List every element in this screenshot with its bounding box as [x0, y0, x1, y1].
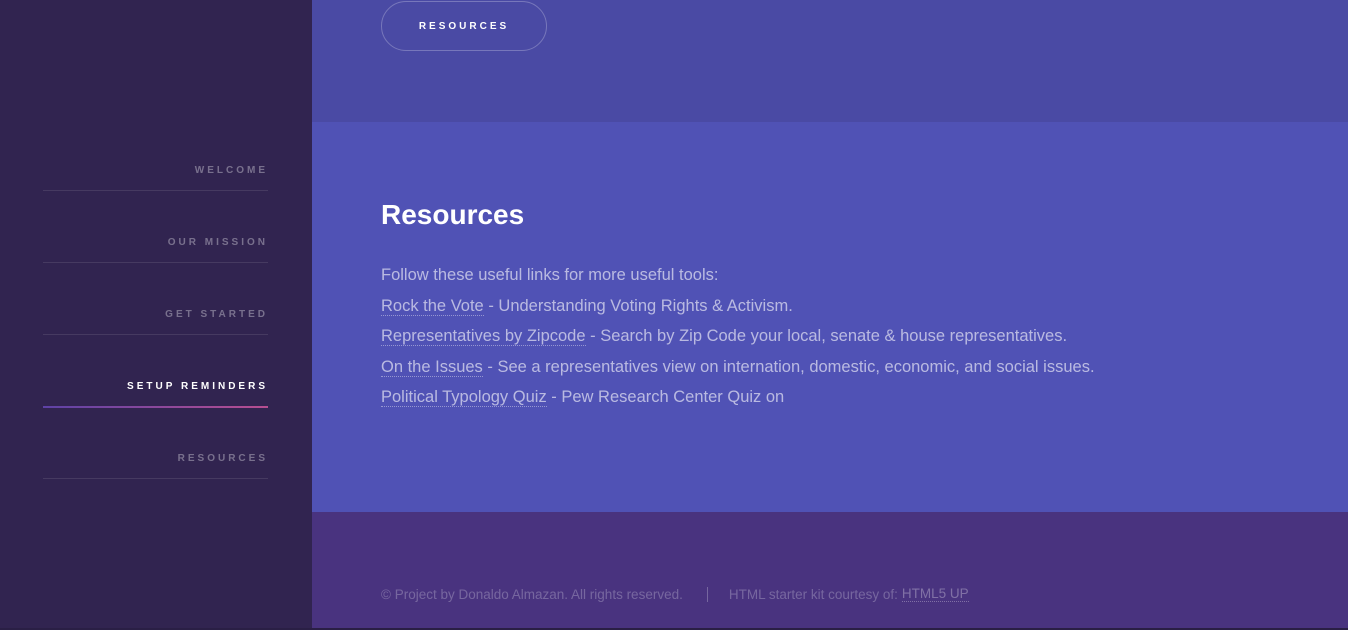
- sidebar-item-underline: [43, 334, 268, 335]
- page: Welcome Our Mission Get Started Setup Re…: [0, 0, 1348, 630]
- rock-the-vote-link[interactable]: Rock the Vote: [381, 296, 484, 316]
- sidebar-nav: Welcome Our Mission Get Started Setup Re…: [43, 140, 268, 501]
- footer-copyright: © Project by Donaldo Almazan. All rights…: [381, 586, 683, 602]
- sidebar: Welcome Our Mission Get Started Setup Re…: [0, 0, 312, 630]
- sidebar-item-get-started[interactable]: Get Started: [43, 284, 268, 356]
- sidebar-item-welcome[interactable]: Welcome: [43, 140, 268, 212]
- on-the-issues-link[interactable]: On the Issues: [381, 357, 483, 377]
- sidebar-item-underline: [43, 478, 268, 479]
- representatives-by-zipcode-link[interactable]: Representatives by Zipcode: [381, 327, 586, 346]
- sidebar-item-underline: [43, 262, 268, 263]
- sidebar-item-active-underline: [43, 406, 268, 408]
- sidebar-item-setup-reminders[interactable]: Setup Reminders: [43, 356, 268, 428]
- resource-item: On the Issues - See a representatives vi…: [381, 352, 1288, 383]
- footer: © Project by Donaldo Almazan. All rights…: [312, 512, 1348, 630]
- top-section: Resources: [312, 0, 1348, 122]
- sidebar-item-our-mission[interactable]: Our Mission: [43, 212, 268, 284]
- resource-description: - Pew Research Center Quiz on: [546, 388, 785, 406]
- html5up-link[interactable]: HTML5 UP: [901, 586, 969, 602]
- resource-item: Representatives by Zipcode - Search by Z…: [381, 321, 1288, 352]
- resource-item: Political Typology Quiz - Pew Research C…: [381, 382, 1288, 413]
- resources-intro: Follow these useful links for more usefu…: [381, 266, 719, 284]
- resources-content: Resources Follow these useful links for …: [381, 196, 1288, 413]
- sidebar-item-label: Setup Reminders: [127, 381, 268, 392]
- resource-item: Rock the Vote - Understanding Voting Rig…: [381, 291, 1288, 322]
- resource-description: - Search by Zip Code your local, senate …: [585, 327, 1068, 345]
- footer-credit-prefix: HTML starter kit courtesy of:: [728, 586, 898, 602]
- political-typology-quiz-link[interactable]: Political Typology Quiz: [381, 388, 547, 407]
- resources-button[interactable]: Resources: [381, 1, 547, 51]
- section-title: Resources: [381, 199, 525, 230]
- sidebar-item-label: Welcome: [194, 165, 268, 176]
- footer-divider: [706, 586, 708, 602]
- sidebar-item-label: Get Started: [165, 309, 268, 320]
- sidebar-item-resources[interactable]: Resources: [43, 428, 268, 501]
- sidebar-item-label: Our Mission: [167, 237, 268, 248]
- sidebar-item-underline: [43, 190, 268, 191]
- resource-description: - See a representatives view on internat…: [482, 357, 1095, 376]
- resources-section: Resources Follow these useful links for …: [312, 122, 1348, 512]
- sidebar-item-label: Resources: [177, 453, 268, 464]
- resource-description: - Understanding Voting Rights & Activism…: [483, 296, 793, 315]
- footer-credits: © Project by Donaldo Almazan. All rights…: [381, 586, 969, 602]
